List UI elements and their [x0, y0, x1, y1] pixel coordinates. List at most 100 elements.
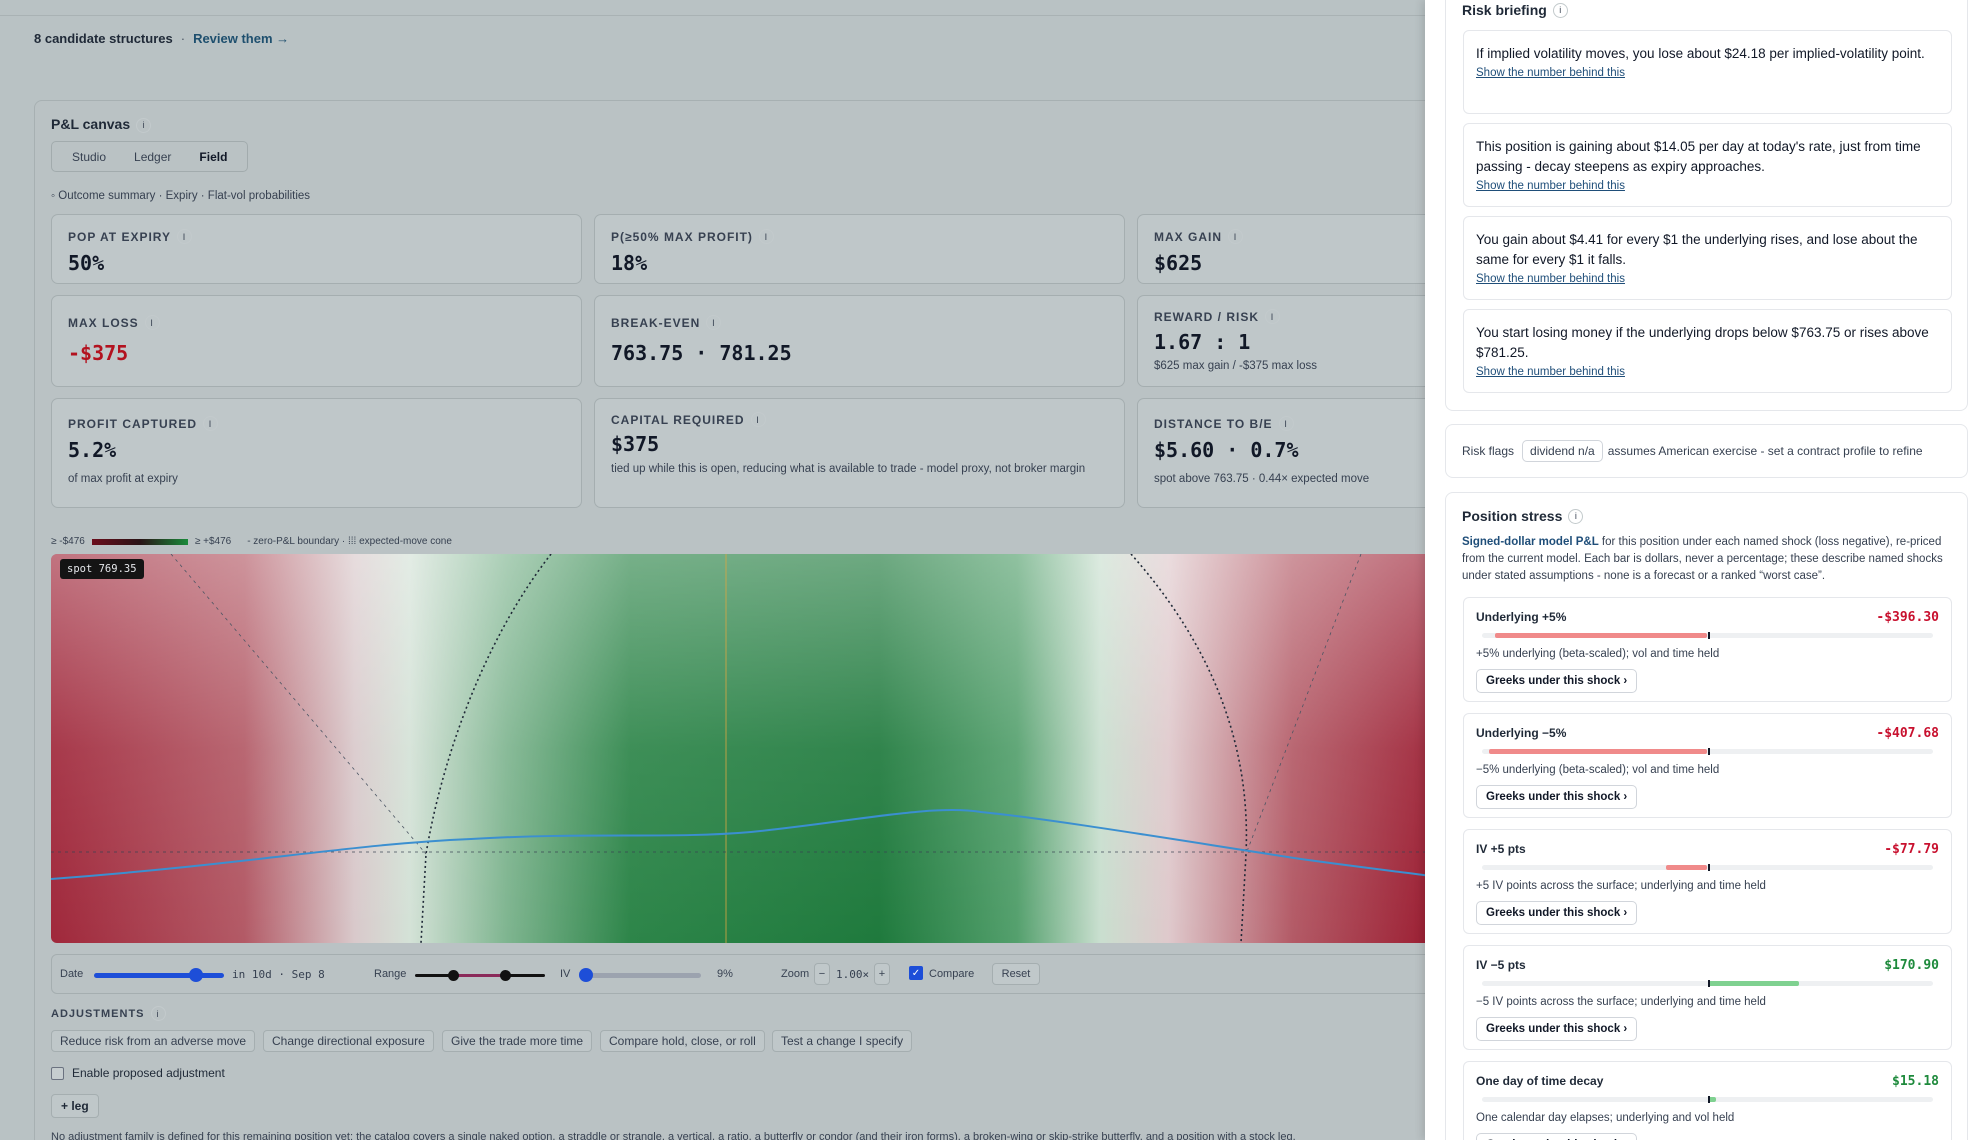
info-icon[interactable]: i — [1568, 508, 1584, 524]
add-leg-button[interactable]: + leg — [51, 1094, 99, 1118]
compare-checkbox[interactable]: ✓ — [909, 966, 923, 980]
date-value: in 10d · Sep 8 — [232, 968, 325, 981]
stress-bar-zero — [1707, 1096, 1710, 1103]
review-candidates-link[interactable]: Review them → — [193, 31, 289, 46]
greeks-under-shock-button[interactable]: Greeks under this shock › — [1476, 1017, 1638, 1041]
risk-flags-text: assumes American exercise - set a contra… — [1607, 444, 1923, 458]
pnl-heatmap[interactable] — [51, 554, 1431, 943]
info-icon[interactable]: i — [150, 1006, 166, 1021]
enable-adjustment-label: Enable proposed adjustment — [72, 1066, 225, 1080]
show-number-link[interactable]: Show the number behind this — [1476, 366, 1939, 378]
stress-name: Underlying +5% — [1476, 610, 1567, 624]
metric-capital-required-card: CAPITAL REQUIRED i $375 tied up while thi… — [594, 398, 1125, 508]
stress-bar-fill — [1494, 633, 1708, 638]
stress-bar-fill — [1707, 981, 1800, 986]
date-slider-knob[interactable] — [189, 968, 204, 982]
spot-badge: spot 769.35 — [60, 559, 144, 579]
zoom-in-button[interactable]: + — [874, 963, 890, 985]
adjust-direction-button[interactable]: Change directional exposure — [263, 1030, 434, 1052]
separator: · — [180, 31, 186, 46]
iv-slider-knob[interactable] — [578, 968, 593, 982]
metric-label-text: DISTANCE TO B/E — [1154, 416, 1273, 431]
info-icon[interactable]: i — [706, 315, 722, 330]
stress-bar-fill — [1665, 865, 1708, 870]
adjustments-label: ADJUSTMENTS — [51, 1007, 145, 1020]
tab-studio[interactable]: Studio — [58, 145, 120, 169]
metric-label: CAPITAL REQUIRED i — [611, 412, 1108, 427]
stress-head: IV −5 pts $170.90 — [1476, 958, 1939, 973]
metric-sub: tied up while this is open, reducing wha… — [611, 463, 1086, 475]
stress-bar — [1482, 980, 1933, 987]
info-icon[interactable]: i — [758, 229, 774, 244]
metric-pop-card: POP AT EXPIRY i 50% — [51, 214, 582, 284]
info-icon[interactable]: i — [1278, 416, 1294, 431]
range-slider[interactable] — [415, 970, 545, 981]
zoom-out-button[interactable]: − — [814, 963, 830, 985]
metric-value: 18% — [611, 251, 648, 275]
enable-adjustment[interactable]: Enable proposed adjustment — [51, 1066, 225, 1080]
heatmap-legend: ≥ -$476 ≥ +$476 - zero-P&L boundary · ⁞⁞… — [51, 536, 452, 547]
info-icon[interactable]: i — [177, 229, 193, 244]
side-drawer: Risk briefing i If implied volatility mov… — [1425, 0, 1980, 1140]
greeks-under-shock-button[interactable]: Greeks under this shock › — [1476, 669, 1638, 693]
zoom-label: Zoom — [781, 968, 810, 980]
info-icon[interactable]: i — [144, 315, 160, 330]
stress-value: $15.18 — [1892, 1074, 1939, 1089]
stress-head: Underlying +5% -$396.30 — [1476, 610, 1939, 625]
stress-item: IV −5 pts $170.90 −5 IV points across the… — [1463, 945, 1952, 1050]
risk-briefing-panel: Risk briefing i If implied volatility mov… — [1445, 0, 1968, 411]
stress-head: One day of time decay $15.18 — [1476, 1074, 1939, 1089]
adjust-compare-roll-button[interactable]: Compare hold, close, or roll — [600, 1030, 765, 1052]
range-label: Range — [374, 968, 407, 980]
info-icon[interactable]: i — [203, 416, 218, 431]
risk-flags-panel: Risk flags dividend n/a assumes American… — [1445, 424, 1968, 478]
show-number-link[interactable]: Show the number behind this — [1476, 273, 1939, 285]
intro-bold: Signed-dollar model P&L — [1462, 536, 1599, 548]
adjust-specify-change-button[interactable]: Test a change I specify — [772, 1030, 913, 1052]
date-slider[interactable] — [94, 968, 224, 982]
stress-name: Underlying −5% — [1476, 726, 1567, 740]
info-icon[interactable]: i — [1552, 2, 1568, 18]
metric-label: PROFIT CAPTURED i — [68, 416, 565, 431]
iv-slider[interactable] — [578, 968, 701, 982]
range-high-knob[interactable] — [500, 970, 511, 981]
stress-bar-zero — [1707, 632, 1710, 639]
info-icon[interactable]: i — [1265, 309, 1281, 324]
show-number-link[interactable]: Show the number behind this — [1476, 67, 1939, 79]
metric-value: $625 — [1154, 251, 1203, 275]
adjustments-header: ADJUSTMENTS i — [51, 1006, 166, 1021]
metric-label-text: REWARD / RISK — [1154, 309, 1260, 324]
metric-label-text: CAPITAL REQUIRED — [611, 412, 745, 427]
metric-value: 5.2% — [68, 438, 117, 462]
iv-label: IV — [560, 968, 571, 980]
adjust-reduce-risk-button[interactable]: Reduce risk from an adverse move — [51, 1030, 256, 1052]
greeks-under-shock-button[interactable]: Greeks under this shock › — [1476, 901, 1638, 925]
briefing-item: You gain about $4.41 for every $1 the un… — [1463, 216, 1952, 300]
metric-label-text: POP AT EXPIRY — [68, 229, 172, 244]
stress-desc: −5% underlying (beta-scaled); vol and ti… — [1476, 764, 1720, 776]
compare-label: Compare — [929, 968, 975, 980]
enable-adjustment-checkbox[interactable] — [51, 1066, 64, 1080]
briefing-item: This position is gaining about $14.05 pe… — [1463, 123, 1952, 207]
pnl-canvas-title: P&L canvas i — [51, 116, 152, 133]
greeks-under-shock-button[interactable]: Greeks under this shock › — [1476, 1133, 1638, 1140]
show-number-link[interactable]: Show the number behind this — [1476, 180, 1939, 192]
stress-value: -$396.30 — [1876, 610, 1939, 625]
top-bar — [0, 0, 1425, 16]
metric-sub: of max profit at expiry — [68, 473, 178, 485]
metric-label-text: MAX GAIN — [1154, 229, 1222, 244]
legend-high: ≥ +$476 — [194, 536, 232, 547]
info-icon[interactable]: i — [136, 117, 152, 133]
view-switcher: Studio Ledger Field — [51, 141, 249, 172]
tab-field[interactable]: Field — [185, 145, 241, 169]
metric-value: -$375 — [68, 341, 129, 365]
metric-break-even-card: BREAK-EVEN i 763.75 · 781.25 — [594, 295, 1125, 387]
greeks-under-shock-button[interactable]: Greeks under this shock › — [1476, 785, 1638, 809]
adjust-more-time-button[interactable]: Give the trade more time — [442, 1030, 593, 1052]
range-low-knob[interactable] — [448, 970, 459, 981]
info-icon[interactable]: i — [1228, 229, 1243, 244]
risk-briefing-title: Risk briefing i — [1462, 2, 1568, 18]
tab-ledger[interactable]: Ledger — [120, 145, 185, 169]
reset-button[interactable]: Reset — [992, 963, 1040, 985]
info-icon[interactable]: i — [750, 412, 766, 427]
